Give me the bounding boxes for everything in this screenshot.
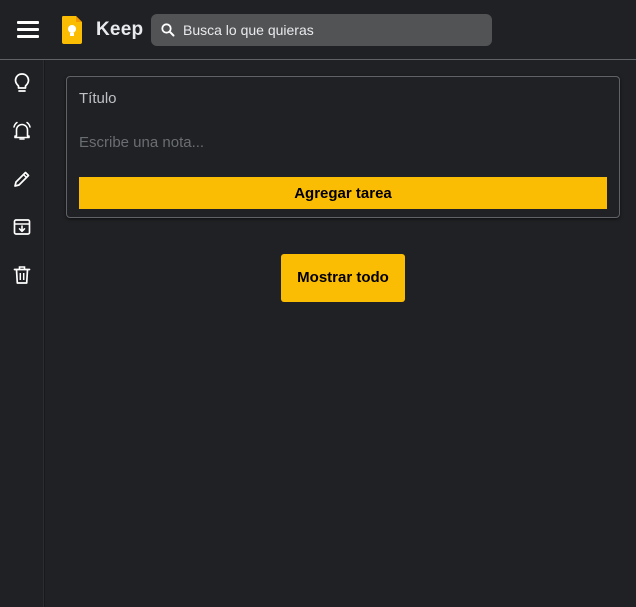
- main-menu-button[interactable]: [15, 19, 41, 41]
- keep-logo-icon: [62, 16, 82, 44]
- search-icon[interactable]: [160, 22, 176, 38]
- search-input[interactable]: [183, 14, 483, 46]
- note-form: Agregar tarea: [66, 76, 620, 218]
- bell-icon[interactable]: [11, 120, 33, 142]
- hamburger-line: [17, 28, 39, 31]
- hamburger-line: [17, 21, 39, 24]
- top-bar: Keep: [0, 0, 636, 60]
- app-title: Keep: [96, 19, 144, 40]
- show-all-button[interactable]: Mostrar todo: [281, 254, 405, 302]
- lightbulb-icon[interactable]: [11, 72, 33, 94]
- archive-icon[interactable]: [11, 216, 33, 238]
- sidebar: [0, 60, 44, 607]
- note-body-input[interactable]: [79, 131, 599, 153]
- trash-icon[interactable]: [11, 264, 33, 286]
- search-bar[interactable]: [151, 14, 492, 46]
- add-task-button[interactable]: Agregar tarea: [79, 177, 607, 209]
- hamburger-line: [17, 35, 39, 38]
- note-title-input[interactable]: [79, 87, 599, 109]
- pencil-icon[interactable]: [11, 168, 33, 190]
